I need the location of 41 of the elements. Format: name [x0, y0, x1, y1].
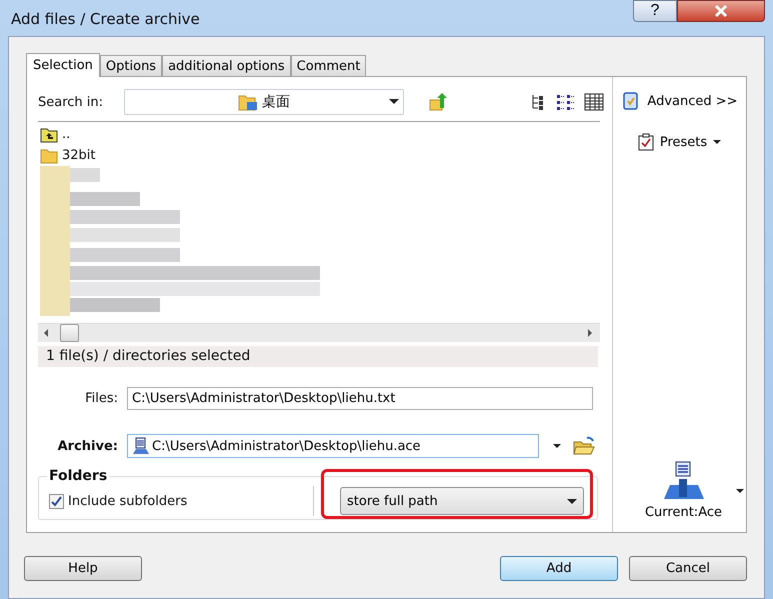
help-button[interactable]: Help: [24, 556, 142, 581]
archive-label: Archive:: [56, 438, 118, 454]
path-mode-dropdown[interactable]: store full path: [340, 487, 584, 515]
file-name[interactable]: 32bit: [62, 148, 96, 163]
presets-button[interactable]: Presets: [638, 133, 722, 151]
include-subfolders-checkbox[interactable]: Include subfolders: [49, 494, 313, 508]
window-title: Add files / Create archive: [11, 10, 200, 28]
caret-icon[interactable]: [736, 488, 744, 492]
status-text: 1 file(s) / directories selected: [38, 346, 598, 367]
help-button[interactable]: ?: [633, 0, 677, 22]
horizontal-scrollbar[interactable]: [38, 323, 600, 342]
folder-up-icon[interactable]: [428, 92, 448, 112]
archive-file-icon: [132, 437, 150, 455]
advanced-button[interactable]: Advanced >>: [621, 91, 738, 111]
search-label: Search in:: [38, 94, 104, 110]
folder-icon: [238, 93, 258, 111]
files-label: Files:: [84, 391, 118, 406]
location-dropdown[interactable]: 桌面: [124, 89, 404, 115]
clipboard-icon: [638, 133, 654, 151]
cancel-button[interactable]: Cancel: [629, 556, 747, 581]
folder-icon: [40, 148, 58, 164]
details-view-icon[interactable]: [584, 93, 604, 111]
caret-icon: [389, 99, 399, 104]
list-view-icon[interactable]: [556, 93, 576, 111]
file-list[interactable]: .. 32bit: [38, 121, 600, 342]
file-name[interactable]: ..: [62, 127, 70, 142]
caret-icon[interactable]: [553, 444, 561, 448]
tab[interactable]: Options: [100, 55, 162, 76]
archiver-button[interactable]: Current:Ace: [644, 461, 722, 520]
open-folder-icon[interactable]: [573, 436, 595, 456]
archive-field[interactable]: C:\Users\Administrator\Desktop\liehu.ace: [127, 434, 539, 458]
files-field[interactable]: C:\Users\Administrator\Desktop\liehu.txt: [127, 387, 593, 410]
archiver-icon: [662, 461, 706, 501]
close-icon: [713, 4, 729, 18]
add-button[interactable]: Add: [500, 556, 618, 581]
tab[interactable]: Comment: [290, 55, 366, 76]
tab[interactable]: Selection: [26, 53, 100, 77]
tab[interactable]: additional options: [162, 55, 291, 76]
close-button[interactable]: [677, 0, 765, 22]
folder-up-icon: [40, 126, 58, 142]
check-icon: [51, 496, 62, 506]
